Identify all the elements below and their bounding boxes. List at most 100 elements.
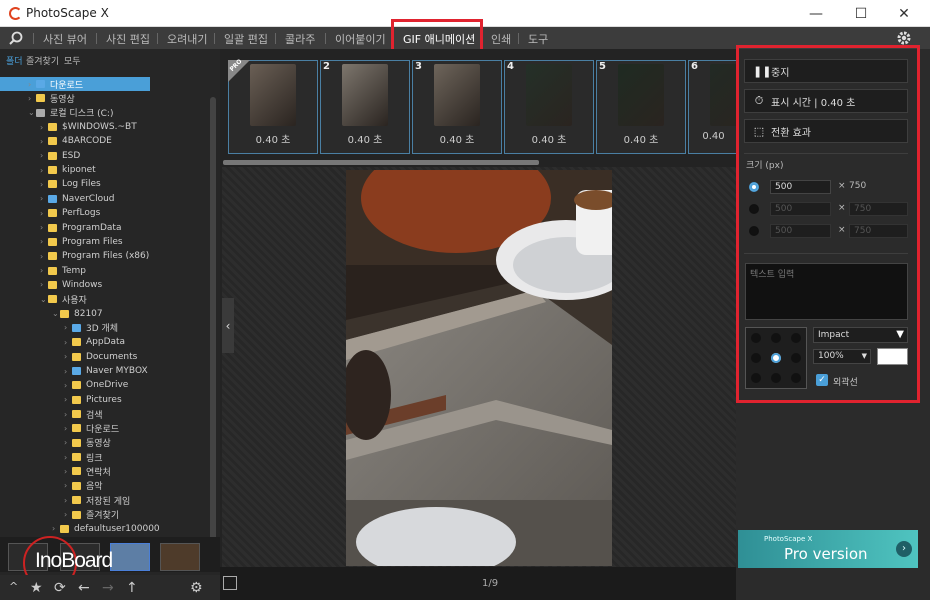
tree-item[interactable]: › 동영상 — [0, 91, 75, 105]
tree-item[interactable]: › Documents — [0, 350, 137, 364]
menu-batch-edit[interactable]: 일괄 편집 — [224, 31, 268, 47]
up-arrow-icon[interactable]: ↑ — [126, 580, 138, 596]
chevron-down-icon[interactable]: ⌄ — [28, 108, 36, 117]
tree-item[interactable]: ⌄ 82107 — [0, 307, 103, 321]
tree-item[interactable]: › 다운로드 — [0, 77, 150, 91]
tree-item[interactable]: › AppData — [0, 335, 125, 349]
tree-item[interactable]: › 저장된 게임 — [0, 493, 130, 507]
gif-frame[interactable]: 0.40 초 PRO — [228, 58, 318, 154]
tree-item[interactable]: › 동영상 — [0, 436, 111, 450]
menu-tools[interactable]: 도구 — [528, 31, 548, 47]
menu-cut-out[interactable]: 오려내기 — [167, 31, 207, 47]
minimize-button[interactable]: — — [793, 0, 839, 27]
tree-item[interactable]: ⌄ 로컬 디스크 (C:) — [0, 106, 113, 120]
tree-item[interactable]: › 즐겨찾기 — [0, 508, 119, 522]
tree-item[interactable]: › Program Files — [0, 235, 123, 249]
maximize-button[interactable]: ☐ — [838, 0, 884, 27]
chevron-right-icon[interactable]: › — [64, 323, 72, 332]
tree-item[interactable]: › Windows — [0, 278, 102, 292]
chevron-right-icon[interactable]: › — [64, 424, 72, 433]
menu-photo-viewer[interactable]: 사진 뷰어 — [43, 31, 87, 47]
chevron-right-icon[interactable]: › — [64, 395, 72, 404]
chevron-right-icon[interactable]: › — [40, 123, 48, 132]
chevron-right-icon[interactable]: › — [40, 223, 48, 232]
tree-item[interactable]: › 3D 개체 — [0, 321, 118, 335]
tree-item[interactable]: › kiponet — [0, 163, 96, 177]
tree-item[interactable]: › Pictures — [0, 393, 122, 407]
tree-item[interactable]: › Log Files — [0, 177, 101, 191]
tree-item[interactable]: › ProgramData — [0, 221, 121, 235]
pro-arrow-icon[interactable]: › — [896, 541, 912, 557]
collapse-panel-button[interactable]: ‹ — [222, 298, 234, 353]
chevron-right-icon[interactable]: › — [52, 524, 60, 533]
chevron-right-icon[interactable]: › — [40, 280, 48, 289]
gif-frame[interactable]: 4 0.40 초 — [504, 60, 594, 154]
back-arrow-icon[interactable]: ← — [78, 580, 90, 596]
file-thumbnail[interactable] — [110, 543, 150, 571]
chevron-right-icon[interactable]: › — [40, 209, 48, 218]
frame-strip-scrollbar[interactable] — [223, 160, 539, 165]
tab-all[interactable]: 모두 — [64, 54, 81, 67]
tree-item[interactable]: › $WINDOWS.~BT — [0, 120, 137, 134]
chevron-right-icon[interactable]: › — [64, 467, 72, 476]
chevron-right-icon[interactable]: › — [64, 338, 72, 347]
chevron-right-icon[interactable]: › — [64, 438, 72, 447]
tree-item[interactable]: › ESD — [0, 149, 80, 163]
chevron-right-icon[interactable]: › — [64, 352, 72, 361]
settings-gear-icon[interactable] — [896, 30, 912, 46]
menu-print[interactable]: 인쇄 — [491, 31, 511, 47]
search-icon[interactable] — [9, 31, 24, 45]
tree-item[interactable]: › 다운로드 — [0, 421, 119, 435]
chevron-right-icon[interactable]: › — [40, 180, 48, 189]
tree-item[interactable]: › NaverCloud — [0, 192, 115, 206]
chevron-right-icon[interactable]: › — [40, 151, 48, 160]
tree-item[interactable]: › OneDrive — [0, 378, 128, 392]
gif-frame[interactable]: 5 0.40 초 — [596, 60, 686, 154]
file-thumbnail[interactable] — [160, 543, 200, 571]
up-caret-icon[interactable]: ^ — [9, 580, 18, 593]
chevron-right-icon[interactable]: › — [40, 166, 48, 175]
chevron-right-icon[interactable]: › — [64, 453, 72, 462]
chevron-down-icon[interactable]: ⌄ — [52, 309, 60, 318]
chevron-right-icon[interactable]: › — [64, 496, 72, 505]
chevron-right-icon[interactable]: › — [40, 266, 48, 275]
star-icon[interactable]: ★ — [30, 580, 43, 596]
tree-item[interactable]: › defaultuser100000 — [0, 522, 160, 536]
gif-frame[interactable]: 6 0.40 — [688, 60, 756, 154]
chevron-right-icon[interactable]: › — [64, 510, 72, 519]
forward-arrow-icon[interactable]: → — [102, 580, 114, 596]
menu-combine[interactable]: 이어붙이기 — [335, 31, 386, 47]
tree-item[interactable]: › 4BARCODE — [0, 134, 112, 148]
chevron-right-icon[interactable]: › — [64, 367, 72, 376]
tree-item[interactable]: › 검색 — [0, 407, 103, 421]
tree-scrollbar[interactable] — [210, 97, 216, 572]
chevron-right-icon[interactable]: › — [28, 94, 36, 103]
tree-item[interactable]: › 링크 — [0, 450, 103, 464]
menu-collage[interactable]: 콜라주 — [285, 31, 315, 47]
panel-toggle-icon[interactable] — [223, 576, 237, 590]
tab-folder[interactable]: 폴더 — [6, 54, 23, 67]
tree-item[interactable]: › Naver MYBOX — [0, 364, 148, 378]
chevron-right-icon[interactable]: › — [40, 137, 48, 146]
tree-item[interactable]: › 음악 — [0, 479, 103, 493]
refresh-icon[interactable]: ⟳ — [54, 580, 66, 596]
tree-item[interactable]: › Program Files (x86) — [0, 249, 149, 263]
chevron-down-icon[interactable]: ⌄ — [40, 295, 48, 304]
tab-favorites[interactable]: 즐겨찾기 — [26, 54, 59, 67]
menu-photo-editor[interactable]: 사진 편집 — [106, 31, 150, 47]
chevron-right-icon[interactable]: › — [40, 237, 48, 246]
chevron-right-icon[interactable]: › — [28, 80, 36, 89]
gear-icon[interactable]: ⚙ — [190, 580, 203, 596]
chevron-right-icon[interactable]: › — [40, 194, 48, 203]
close-button[interactable]: ✕ — [881, 0, 927, 27]
chevron-right-icon[interactable]: › — [64, 381, 72, 390]
gif-frame[interactable]: 3 0.40 초 — [412, 60, 502, 154]
tree-item[interactable]: › PerfLogs — [0, 206, 100, 220]
chevron-right-icon[interactable]: › — [64, 481, 72, 490]
tree-item[interactable]: ⌄ 사용자 — [0, 292, 87, 306]
chevron-right-icon[interactable]: › — [40, 252, 48, 261]
gif-frame[interactable]: 2 0.40 초 — [320, 60, 410, 154]
tree-item[interactable]: › Temp — [0, 264, 86, 278]
chevron-right-icon[interactable]: › — [64, 410, 72, 419]
tree-item[interactable]: › 연락처 — [0, 464, 111, 478]
